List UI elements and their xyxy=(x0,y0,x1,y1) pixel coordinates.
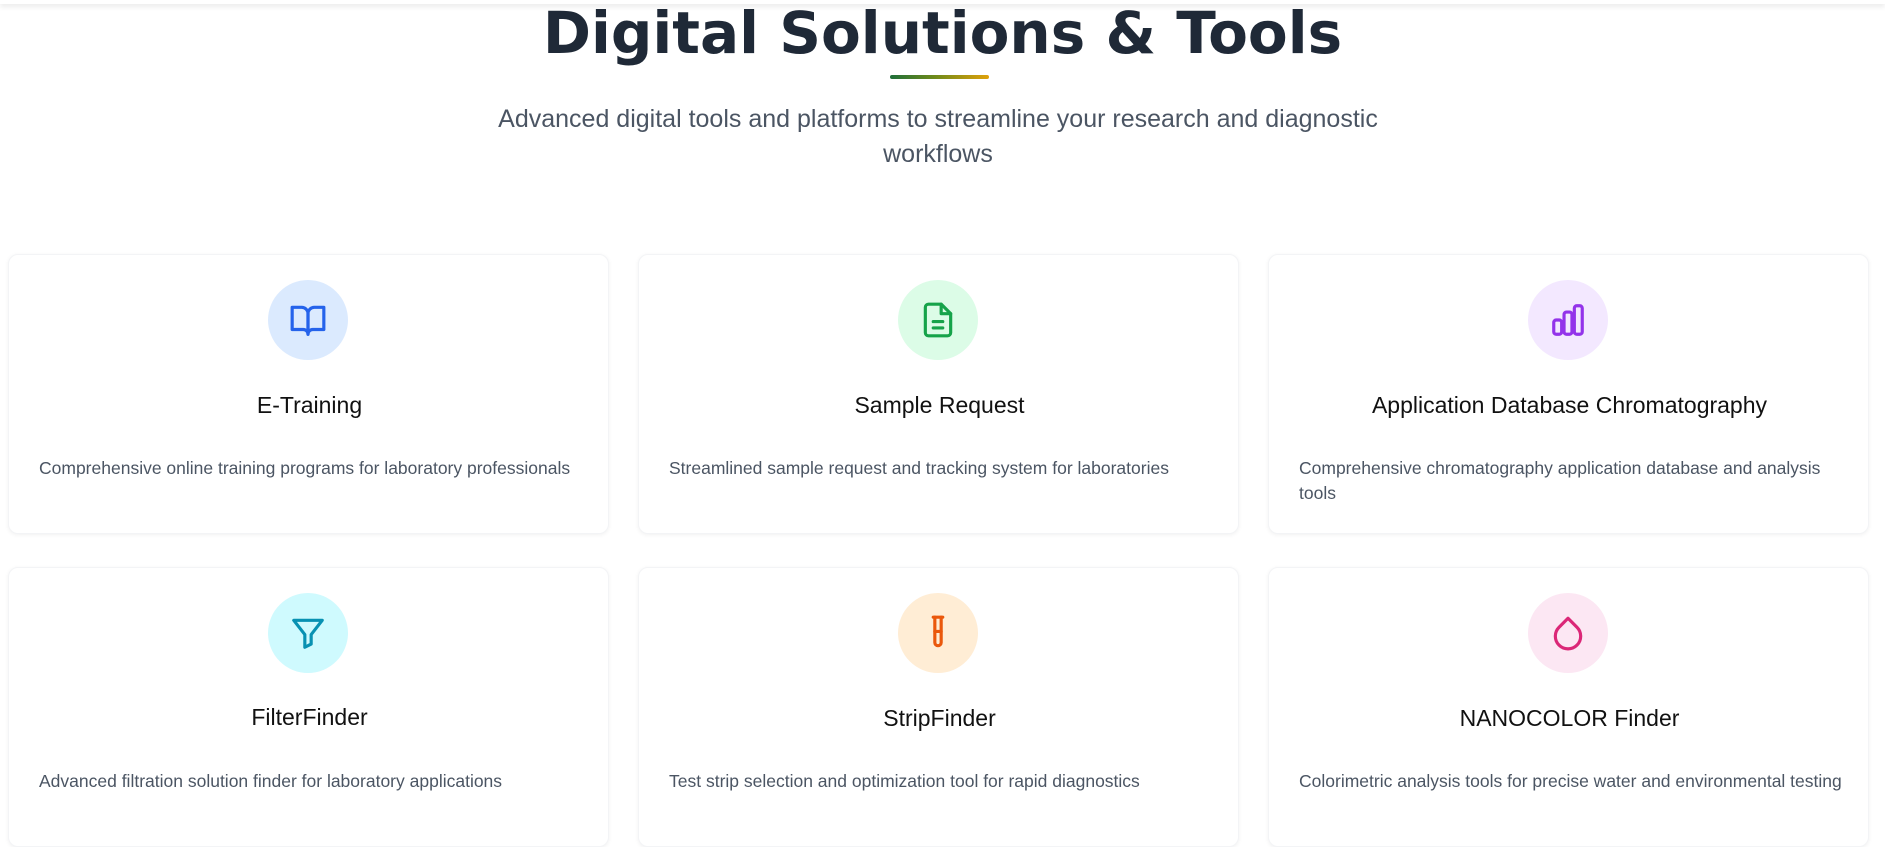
tool-card-stripfinder[interactable]: StripFinder Test strip selection and opt… xyxy=(638,567,1239,847)
page-subtitle: Advanced digital tools and platforms to … xyxy=(498,105,1378,168)
card-title: NANOCOLOR Finder xyxy=(1459,705,1680,731)
file-text-icon xyxy=(898,280,978,360)
card-title: Sample Request xyxy=(854,392,1025,418)
filter-icon xyxy=(268,593,348,673)
test-tube-icon xyxy=(898,593,978,673)
page-title: Digital Solutions & Tools xyxy=(542,0,1343,67)
book-open-icon xyxy=(268,280,348,360)
card-title: E-Training xyxy=(256,392,363,418)
bar-chart-icon xyxy=(1528,280,1608,360)
card-description: Colorimetric analysis tools for precise … xyxy=(1299,771,1842,791)
card-description: Streamlined sample request and tracking … xyxy=(669,458,1169,478)
tool-card-nanocolor-finder[interactable]: NANOCOLOR Finder Colorimetric analysis t… xyxy=(1268,567,1869,847)
card-title: FilterFinder xyxy=(251,704,368,730)
tool-card-filterfinder[interactable]: FilterFinder Advanced filtration solutio… xyxy=(8,567,609,847)
card-description: Test strip selection and optimization to… xyxy=(669,771,1140,791)
card-description: Comprehensive chromatography application… xyxy=(1299,458,1821,503)
card-title: Application Database Chromatography xyxy=(1371,392,1768,418)
card-title: StripFinder xyxy=(883,705,996,731)
card-description: Advanced filtration solution finder for … xyxy=(39,771,503,791)
tool-card-e-training[interactable]: E-Training Comprehensive online training… xyxy=(8,254,609,534)
header-shadow xyxy=(0,0,1885,4)
title-underline xyxy=(890,75,989,79)
tool-card-application-database[interactable]: Application Database Chromatography Comp… xyxy=(1268,254,1869,534)
tool-card-sample-request[interactable]: Sample Request Streamlined sample reques… xyxy=(638,254,1239,534)
droplet-icon xyxy=(1528,593,1608,673)
card-description: Comprehensive online training programs f… xyxy=(39,458,571,478)
